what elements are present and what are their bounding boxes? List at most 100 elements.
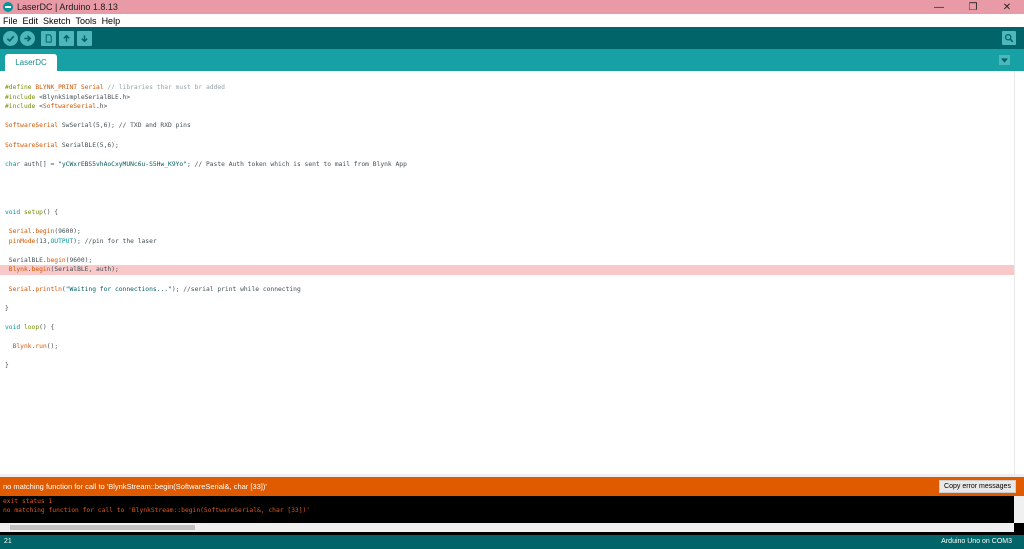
code-token: () { — [39, 324, 55, 331]
code-line: #include <SoftwareSerial.h> — [0, 102, 1014, 112]
window-controls: — ❐ ✕ — [922, 0, 1024, 14]
upload-icon — [24, 35, 32, 42]
code-token: (SerialBLE, auth); — [50, 266, 119, 274]
code-token: (); — [46, 343, 59, 351]
close-button[interactable]: ✕ — [990, 0, 1024, 14]
code-token: ); //pin for the laser — [73, 237, 157, 245]
code-token: begin — [46, 256, 66, 264]
code-string: "yCWxrEBS5vhAoCxyMUNc6u-S5Hw_K9Yo" — [58, 160, 187, 168]
code-token: ; // Paste Auth token which is sent to m… — [187, 160, 407, 168]
code-token: pinMode — [8, 237, 36, 245]
code-token: Serial — [8, 285, 32, 293]
code-line: Blynk.run(); — [0, 342, 1014, 352]
code-line: void loop() { — [0, 323, 1014, 333]
upload-button[interactable] — [20, 31, 35, 46]
code-token: SerialBLE(5,6); — [58, 141, 119, 149]
code-token: run — [35, 343, 47, 351]
code-token: #define — [5, 84, 36, 91]
code-line: SoftwareSerial SerialBLE(5,6); — [0, 141, 1014, 151]
tab-laserdc[interactable]: LaserDC — [5, 54, 57, 71]
editor-scrollbar[interactable] — [1014, 71, 1024, 474]
tab-bar: LaserDC — [0, 49, 1024, 71]
code-token: begin — [35, 228, 55, 235]
code-token: () { — [42, 208, 59, 216]
new-icon — [45, 34, 52, 43]
scrollbar-thumb[interactable] — [10, 525, 195, 530]
code-line: } — [0, 304, 1014, 314]
code-line: pinMode(13,OUTPUT); //pin for the laser — [0, 237, 1014, 247]
code-token: char — [5, 160, 21, 168]
menu-bar: File Edit Sketch Tools Help — [0, 14, 1024, 27]
code-token: begin — [31, 266, 51, 274]
minimize-button[interactable]: — — [922, 0, 956, 14]
toolbar — [0, 27, 1024, 49]
code-token: (9600); — [65, 256, 93, 264]
code-token: Serial — [80, 84, 104, 91]
maximize-button[interactable]: ❐ — [956, 0, 990, 14]
code-token: (9600); — [54, 228, 81, 235]
code-line: SerialBLE.begin(9600); — [0, 256, 1014, 266]
serial-monitor-button[interactable] — [1002, 31, 1016, 45]
code-token: SoftwareSerial — [5, 141, 59, 149]
chevron-down-icon — [1001, 57, 1008, 63]
code-token: <BlynkSimpleSerialBLE.h> — [39, 93, 131, 101]
save-button[interactable] — [77, 31, 92, 46]
error-message: no matching function for call to 'BlynkS… — [3, 482, 267, 491]
code-token: .h> — [96, 103, 108, 111]
menu-tools[interactable]: Tools — [76, 16, 97, 26]
code-token: void — [5, 324, 21, 331]
code-line: SoftwareSerial SwSerial(5,6); // TXD and… — [0, 121, 1014, 131]
code-comment: // libraries thar must br added — [103, 84, 225, 91]
code-token: Serial — [8, 228, 32, 235]
new-button[interactable] — [41, 31, 56, 46]
menu-help[interactable]: Help — [102, 16, 121, 26]
code-line: #define BLYNK_PRINT Serial // libraries … — [0, 83, 1014, 93]
open-button[interactable] — [59, 31, 74, 46]
code-token: Blynk — [12, 343, 32, 351]
open-icon — [63, 34, 70, 42]
code-token: #include — [5, 93, 40, 101]
code-token: ); //serial print while connecting — [171, 285, 301, 293]
status-bar: 21 Arduino Uno on COM3 — [0, 535, 1024, 549]
code-token: setup — [23, 208, 43, 216]
code-token: BLYNK_PRINT — [35, 84, 78, 91]
window-title: LaserDC | Arduino 1.8.13 — [17, 2, 118, 12]
menu-edit[interactable]: Edit — [23, 16, 39, 26]
line-number: 21 — [4, 538, 12, 545]
code-line: Serial.println("Waiting for connections.… — [0, 285, 1014, 295]
code-token: } — [5, 304, 9, 312]
verify-icon — [6, 35, 15, 43]
title-bar: LaserDC | Arduino 1.8.13 — ❐ ✕ — [0, 0, 1024, 14]
serial-monitor-icon — [1004, 33, 1014, 43]
code-line: } — [0, 361, 1014, 371]
console-horizontal-scrollbar[interactable] — [0, 523, 1014, 532]
console-vertical-scrollbar[interactable] — [1014, 496, 1024, 523]
code-token: #include — [5, 103, 40, 111]
code-token: SoftwareSerial — [5, 122, 59, 130]
code-line: #include <BlynkSimpleSerialBLE.h> — [0, 93, 1014, 103]
code-token: SoftwareSerial — [42, 103, 96, 111]
copy-error-messages-button[interactable]: Copy error messages — [939, 480, 1016, 493]
code-line: Serial.begin(9600); — [0, 227, 1014, 237]
board-port-label: Arduino Uno on COM3 — [941, 538, 1012, 545]
code-token: println — [35, 285, 62, 293]
code-token: SwSerial(5,6); // TXD and RXD pins — [58, 122, 191, 130]
code-token: (13, — [35, 237, 51, 245]
console-line: no matching function for call to 'BlynkS… — [3, 507, 311, 514]
menu-file[interactable]: File — [3, 16, 18, 26]
verify-button[interactable] — [3, 31, 18, 46]
tab-menu-button[interactable] — [999, 55, 1010, 65]
code-token: OUTPUT — [50, 237, 74, 245]
code-editor[interactable]: #define BLYNK_PRINT Serial // libraries … — [0, 71, 1024, 474]
code-line: void setup() { — [0, 208, 1014, 218]
console-line: exit status 1 — [3, 498, 53, 505]
menu-sketch[interactable]: Sketch — [43, 16, 71, 26]
code-token: void — [5, 208, 21, 216]
code-token: Blynk — [8, 266, 28, 274]
code-token: loop — [23, 324, 40, 331]
code-string: "Waiting for connections..." — [65, 285, 172, 293]
console-output[interactable]: exit status 1 no matching function for c… — [0, 496, 1024, 535]
code-token: } — [5, 362, 9, 370]
code-token: SerialBLE. — [5, 256, 47, 264]
